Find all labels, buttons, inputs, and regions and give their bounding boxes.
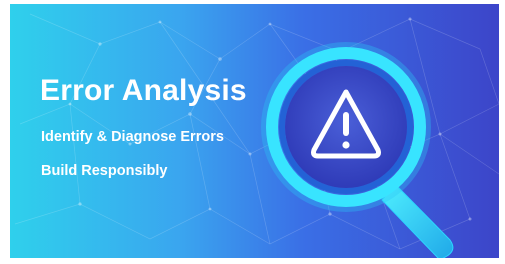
warning-magnifier-icon xyxy=(261,42,454,258)
error-analysis-banner: Error Analysis Identify & Diagnose Error… xyxy=(10,4,499,258)
